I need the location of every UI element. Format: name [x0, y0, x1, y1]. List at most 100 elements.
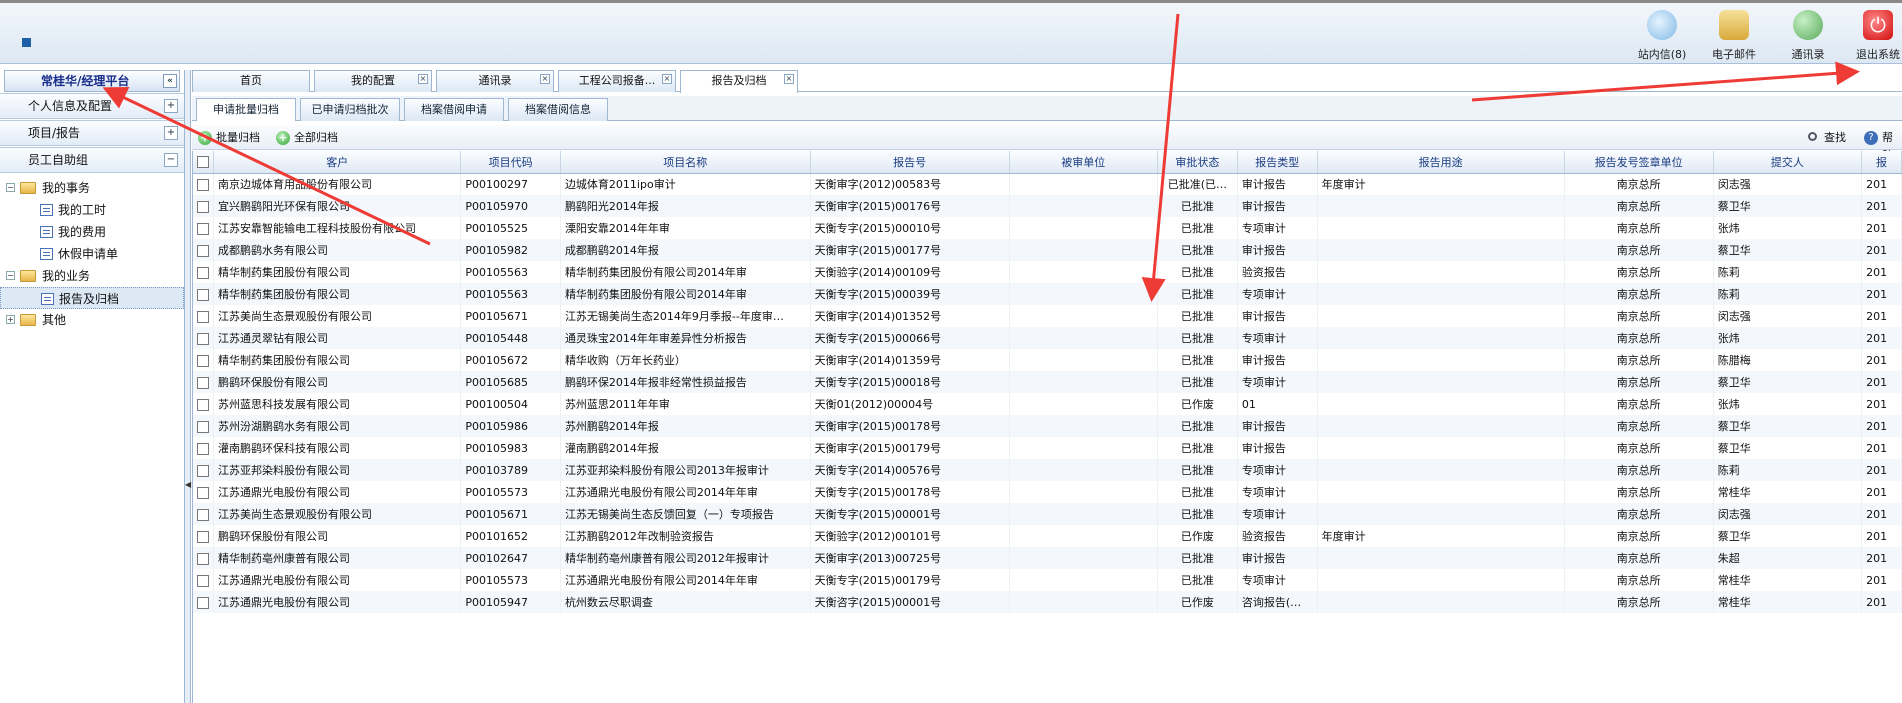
column-header-client[interactable]: 客户	[213, 151, 462, 174]
table-row[interactable]: 江苏通鼎光电股份有限公司 P00105573 江苏通鼎光电股份有限公司2014年年审…	[193, 569, 1902, 591]
row-checkbox[interactable]	[197, 486, 209, 499]
table-row[interactable]: 江苏美尚生态景观股份有限公司 P00105671 江苏无锡美尚生态反馈回复（一）专项…	[193, 503, 1902, 525]
help-button[interactable]: ? 帮助	[1864, 129, 1902, 162]
splitter-arrow-icon[interactable]: ◀	[185, 480, 191, 489]
section-employee-self-service[interactable]: 员工自助组 −	[0, 147, 184, 173]
row-select-cell[interactable]	[193, 261, 214, 283]
table-row[interactable]: 灌南鹏鹞环保科技有限公司 P00105983 灌南鹏鹞2014年报 天衡审字(2015…	[193, 437, 1902, 459]
tab-report-archive[interactable]: 报告及归档 ×	[680, 70, 798, 93]
row-select-cell[interactable]	[193, 503, 214, 525]
row-checkbox[interactable]	[197, 200, 209, 213]
row-checkbox[interactable]	[197, 508, 209, 521]
row-checkbox[interactable]	[197, 596, 209, 609]
row-checkbox[interactable]	[197, 222, 209, 235]
table-row[interactable]: 江苏安靠智能输电工程科技股份有限公司 P00105525 溧阳安靠2014年年审 天衡…	[193, 217, 1902, 239]
row-select-cell[interactable]	[193, 525, 214, 547]
table-row[interactable]: 苏州蓝思科技发展有限公司 P00100504 苏州蓝思2011年年审 天衡01(201…	[193, 393, 1902, 415]
column-header-report-date[interactable]: 报	[1861, 151, 1902, 174]
collapse-sidebar-button[interactable]: «	[163, 74, 177, 88]
logout-button[interactable]: ⏻ 退出系统	[1848, 10, 1902, 62]
table-row[interactable]: 精华制药集团股份有限公司 P00105563 精华制药集团股份有限公司2014年审天…	[193, 283, 1902, 305]
table-row[interactable]: 江苏通灵翠钻有限公司 P00105448 通灵珠宝2014年年审差异性分析报告 天衡专…	[193, 327, 1902, 349]
table-row[interactable]: 精华制药集团股份有限公司 P00105563 精华制药集团股份有限公司2014年审天…	[193, 261, 1902, 283]
table-row[interactable]: 江苏通鼎光电股份有限公司 P00105573 江苏通鼎光电股份有限公司2014年年审…	[193, 481, 1902, 503]
row-checkbox[interactable]	[197, 266, 209, 279]
column-header-approval-status[interactable]: 审批状态	[1157, 151, 1238, 174]
row-checkbox[interactable]	[197, 288, 209, 301]
close-icon[interactable]: ×	[784, 74, 794, 84]
select-all-header[interactable]	[193, 151, 214, 174]
tab-my-config[interactable]: 我的配置 ×	[314, 70, 432, 92]
row-checkbox[interactable]	[197, 354, 209, 367]
row-checkbox[interactable]	[197, 332, 209, 345]
subtab-batch-archive-request[interactable]: 申请批量归档	[196, 98, 296, 121]
table-row[interactable]: 鹏鹞环保股份有限公司 P00101652 江苏鹏鹞2012年改制验资报告 天衡验字(2…	[193, 525, 1902, 547]
row-select-cell[interactable]	[193, 349, 214, 371]
search-button[interactable]: 查找	[1806, 129, 1846, 147]
row-select-cell[interactable]	[193, 547, 214, 569]
table-row[interactable]: 成都鹏鹞水务有限公司 P00105982 成都鹏鹞2014年报 天衡审字(2015)0…	[193, 239, 1902, 261]
row-checkbox[interactable]	[197, 244, 209, 257]
row-select-cell[interactable]	[193, 239, 214, 261]
row-select-cell[interactable]	[193, 283, 214, 305]
column-header-report-purpose[interactable]: 报告用途	[1317, 151, 1565, 174]
collapse-node-icon[interactable]: −	[6, 183, 15, 192]
column-header-report-type[interactable]: 报告类型	[1237, 151, 1318, 174]
column-header-report-no[interactable]: 报告号	[810, 151, 1010, 174]
inbox-button[interactable]: 站内信(8)	[1632, 10, 1692, 62]
table-row[interactable]: 南京边城体育用品股份有限公司 P00100297 边城体育2011ipo审计 天衡审字…	[193, 173, 1902, 195]
column-header-project-code[interactable]: 项目代码	[460, 151, 561, 174]
row-checkbox[interactable]	[197, 464, 209, 477]
sidebar-splitter[interactable]: ◀	[185, 70, 191, 703]
table-row[interactable]: 精华制药亳州康普有限公司 P00102647 精华制药亳州康普有限公司2012年报审…	[193, 547, 1902, 569]
row-select-cell[interactable]	[193, 569, 214, 591]
row-select-cell[interactable]	[193, 195, 214, 217]
row-checkbox[interactable]	[197, 310, 209, 323]
collapse-node-icon[interactable]: −	[6, 271, 15, 280]
row-select-cell[interactable]	[193, 371, 214, 393]
archive-all-button[interactable]: + 全部归档	[276, 129, 338, 147]
column-header-issuing-unit[interactable]: 报告发号签章单位	[1564, 151, 1714, 174]
column-header-project-name[interactable]: 项目名称	[560, 151, 811, 174]
tree-node-other[interactable]: + 其他	[0, 309, 184, 331]
expand-icon[interactable]: +	[164, 126, 178, 140]
close-icon[interactable]: ×	[662, 74, 672, 84]
row-checkbox[interactable]	[197, 398, 209, 411]
row-select-cell[interactable]	[193, 305, 214, 327]
tree-node-my-hours[interactable]: 我的工时	[0, 199, 184, 221]
row-checkbox[interactable]	[197, 530, 209, 543]
table-row[interactable]: 江苏美尚生态景观股份有限公司 P00105671 江苏无锡美尚生态2014年9月季报…	[193, 305, 1902, 327]
row-select-cell[interactable]	[193, 393, 214, 415]
table-row[interactable]: 宜兴鹏鹞阳光环保有限公司 P00105970 鹏鹞阳光2014年报 天衡审字(2015…	[193, 195, 1902, 217]
table-row[interactable]: 精华制药集团股份有限公司 P00105672 精华收购（万年长药业） 天衡审字(201…	[193, 349, 1902, 371]
row-checkbox[interactable]	[197, 178, 209, 191]
expand-node-icon[interactable]: +	[6, 315, 15, 324]
table-row[interactable]: 江苏亚邦染料股份有限公司 P00103789 江苏亚邦染料股份有限公司2013年报审…	[193, 459, 1902, 481]
table-row[interactable]: 江苏通鼎光电股份有限公司 P00105947 杭州数云尽职调查 天衡咨字(2015)0…	[193, 591, 1902, 613]
row-checkbox[interactable]	[197, 376, 209, 389]
select-all-checkbox[interactable]	[197, 156, 209, 169]
subtab-requested-batches[interactable]: 已申请归档批次	[300, 98, 400, 121]
column-header-audited-unit[interactable]: 被审单位	[1009, 151, 1159, 174]
row-select-cell[interactable]	[193, 173, 214, 195]
row-select-cell[interactable]	[193, 327, 214, 349]
tab-engineering-report[interactable]: 工程公司报备... ×	[558, 70, 676, 92]
batch-archive-button[interactable]: + 批量归档	[198, 129, 260, 147]
column-header-submitter[interactable]: 提交人	[1713, 151, 1863, 174]
tab-contacts[interactable]: 通讯录 ×	[436, 70, 554, 92]
table-row[interactable]: 苏州汾湖鹏鹞水务有限公司 P00105986 苏州鹏鹞2014年报 天衡审字(2015…	[193, 415, 1902, 437]
collapse-icon[interactable]: −	[164, 153, 178, 167]
table-row[interactable]: 鹏鹞环保股份有限公司 P00105685 鹏鹞环保2014年报非经常性损益报告 天衡专…	[193, 371, 1902, 393]
row-select-cell[interactable]	[193, 459, 214, 481]
email-button[interactable]: 电子邮件	[1704, 10, 1764, 62]
tree-node-leave-request[interactable]: 休假申请单	[0, 243, 184, 265]
close-icon[interactable]: ×	[540, 74, 550, 84]
section-project-report[interactable]: 项目/报告 +	[0, 120, 184, 146]
row-checkbox[interactable]	[197, 420, 209, 433]
row-select-cell[interactable]	[193, 415, 214, 437]
tree-node-my-affairs[interactable]: − 我的事务	[0, 177, 184, 199]
row-select-cell[interactable]	[193, 217, 214, 239]
subtab-borrow-info[interactable]: 档案借阅信息	[508, 98, 608, 121]
row-checkbox[interactable]	[197, 574, 209, 587]
row-select-cell[interactable]	[193, 481, 214, 503]
